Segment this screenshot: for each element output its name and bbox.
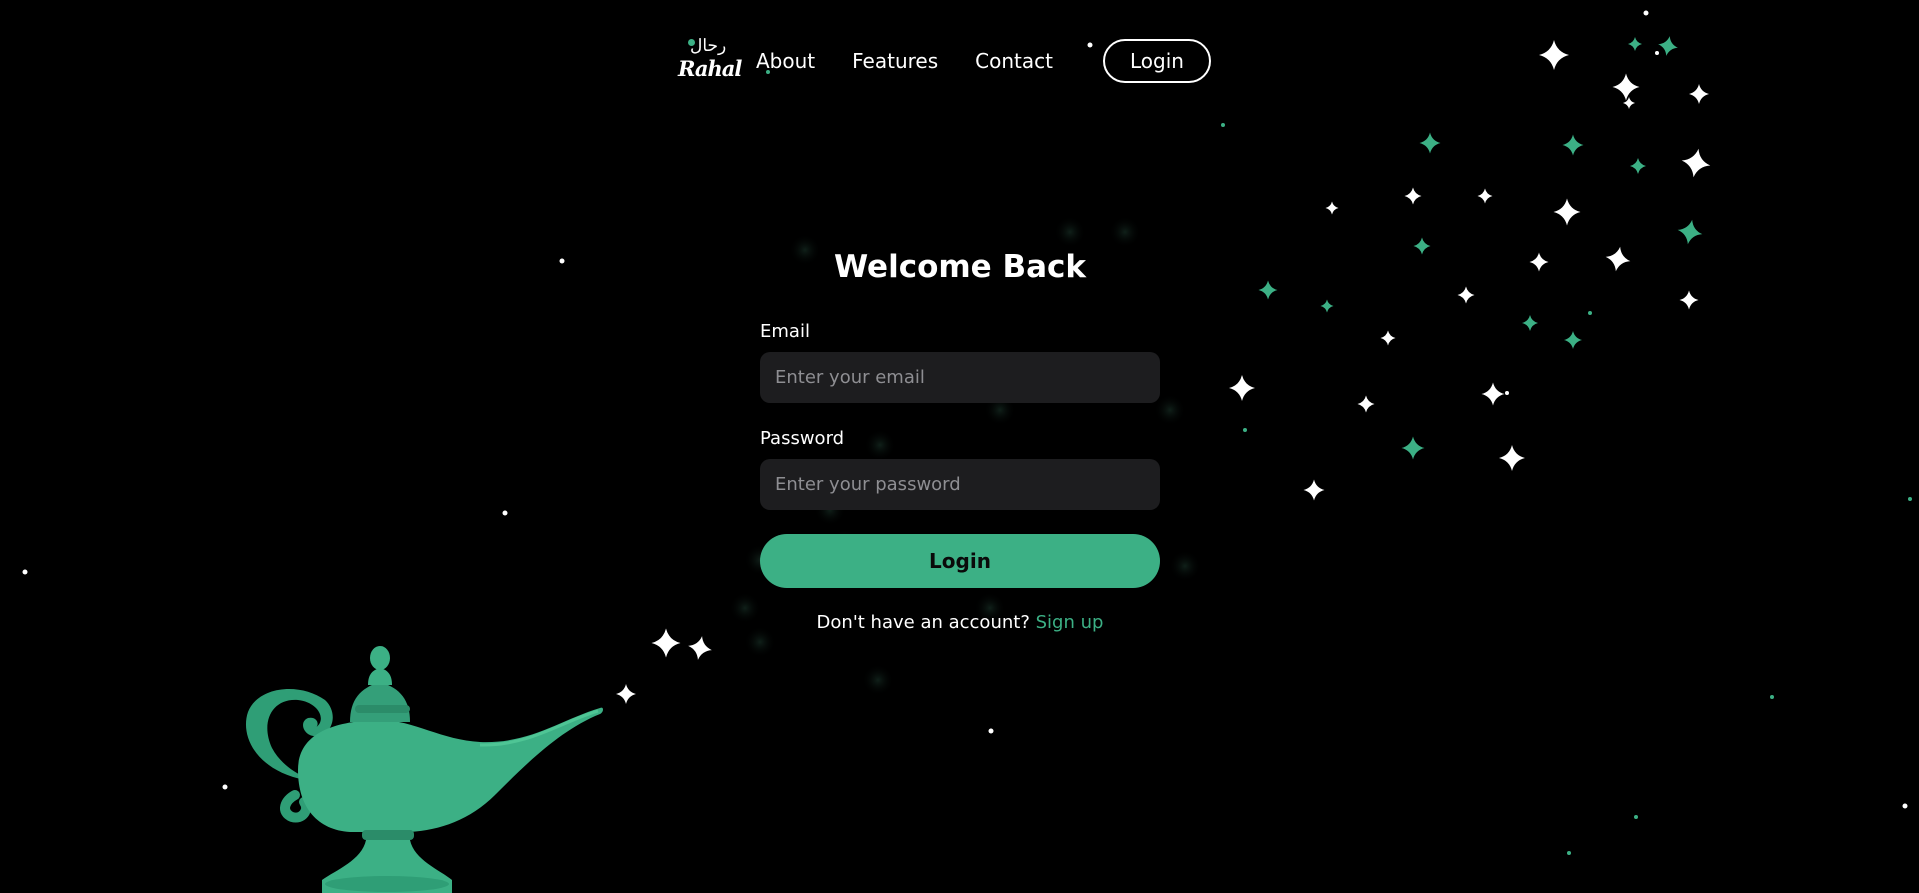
login-page: رحال Rahal About Features Contact Login …: [0, 0, 1919, 893]
logo-latin-text: Rahal: [678, 56, 742, 81]
signup-prompt: Don't have an account?: [816, 612, 1030, 633]
nav-link-contact[interactable]: Contact: [975, 49, 1053, 73]
login-submit-button[interactable]: Login: [760, 534, 1160, 588]
logo-arabic-text: رحال: [690, 36, 727, 56]
signup-row: Don't have an account? Sign up: [760, 612, 1160, 633]
email-label: Email: [760, 321, 810, 342]
top-nav: رحال Rahal About Features Contact Login: [678, 36, 1211, 86]
password-field[interactable]: [760, 459, 1160, 510]
login-form: Welcome Back Email Password Login Don't …: [760, 244, 1160, 633]
password-label: Password: [760, 428, 845, 449]
nav-login-button[interactable]: Login: [1102, 39, 1211, 83]
form-title: Welcome Back: [833, 249, 1087, 285]
nav-link-features[interactable]: Features: [852, 49, 938, 73]
email-field[interactable]: [760, 352, 1160, 403]
signup-link[interactable]: Sign up: [1036, 612, 1104, 633]
nav-link-about[interactable]: About: [756, 49, 815, 73]
magic-lamp-icon: [245, 646, 603, 893]
brand-logo[interactable]: رحال Rahal: [678, 36, 742, 86]
